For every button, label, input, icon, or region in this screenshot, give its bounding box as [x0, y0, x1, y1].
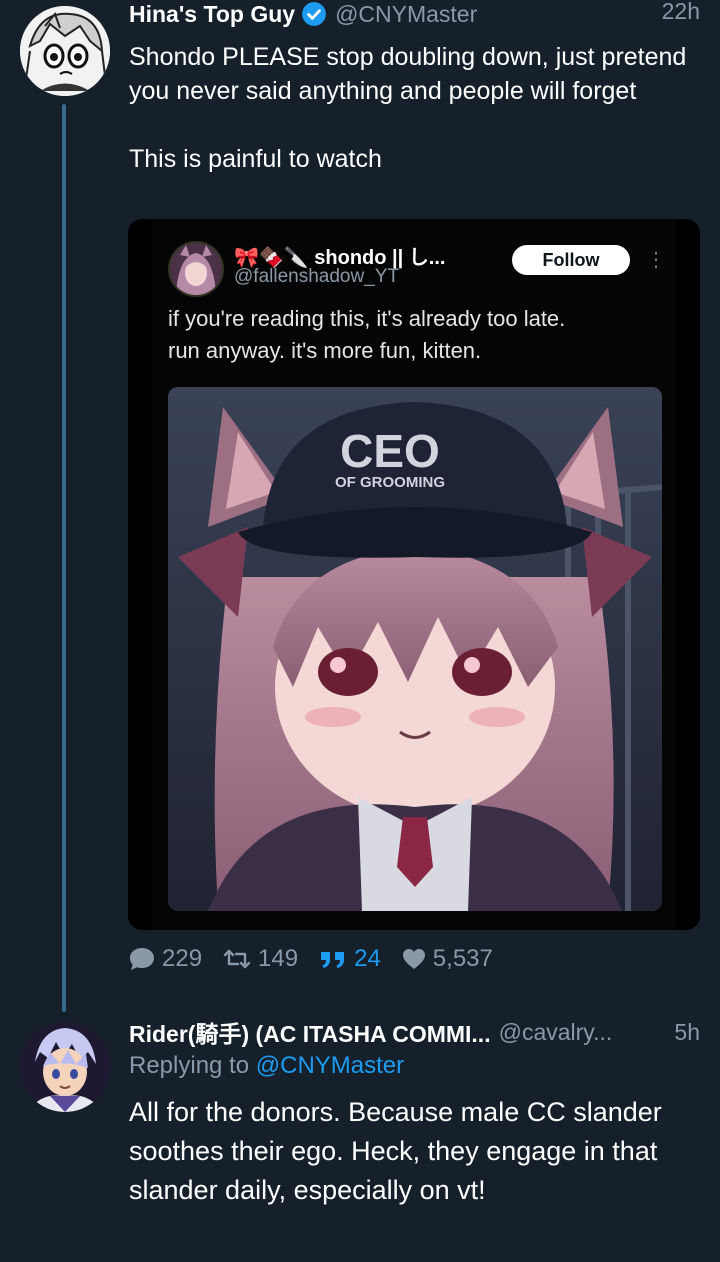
reply-timestamp[interactable]: 5h [674, 1015, 700, 1049]
tweet-actions: 229 149 24 5,537 [128, 942, 513, 976]
tweet-text-line: This is painful to watch [129, 145, 382, 173]
retweet-icon [223, 949, 251, 969]
tweet-timestamp[interactable]: 22h [662, 0, 700, 25]
reply-icon [130, 948, 154, 970]
reply-body: All for the donors. Because male CC slan… [129, 1097, 662, 1205]
cap-subtext: OF GROOMING [335, 474, 445, 491]
tweet-body: Shondo PLEASE stop doubling down, just p… [129, 40, 699, 176]
reply-author-avatar[interactable] [20, 1022, 110, 1112]
author-handle[interactable]: @CNYMaster [335, 1, 477, 28]
reply-count: 229 [162, 945, 203, 972]
verified-badge-icon [301, 1, 327, 27]
reply-author-handle[interactable]: @cavalry... [499, 1019, 613, 1046]
embedded-avatar [168, 241, 224, 297]
replying-to-label: Replying to [129, 1052, 250, 1079]
embedded-author-handle: @fallenshadow_YT [234, 266, 400, 287]
embedded-tweet-screenshot: 🎀🍫🔪 shondo || し... @fallenshadow_YT Foll… [152, 219, 676, 930]
tweet-header: Hina's Top Guy @CNYMaster [129, 0, 477, 30]
reply-button[interactable]: 229 [128, 945, 202, 973]
replying-to: Replying to @CNYMaster [129, 1052, 404, 1080]
like-button[interactable]: 5,537 [401, 945, 493, 973]
tweet-text-line: Shondo PLEASE stop doubling down, just p… [129, 43, 687, 105]
quote-icon [321, 952, 345, 968]
embedded-text-line: if you're reading this, it's already too… [168, 306, 566, 331]
embedded-tweet-text: if you're reading this, it's already too… [168, 303, 668, 367]
retweet-button[interactable]: 149 [222, 945, 298, 973]
quote-count: 24 [354, 945, 381, 972]
replying-to-link[interactable]: @CNYMaster [256, 1052, 404, 1079]
more-options-icon: ⋮ [646, 249, 666, 271]
like-count: 5,537 [432, 945, 493, 972]
author-avatar[interactable] [20, 6, 110, 96]
heart-icon [402, 949, 425, 969]
reply-header: Rider(騎手) (AC ITASHA COMMI... @cavalry..… [129, 1015, 612, 1049]
reply-author-name[interactable]: Rider(騎手) (AC ITASHA COMMI... [129, 1015, 491, 1049]
follow-button: Follow [512, 245, 630, 275]
embedded-text-line: run anyway. it's more fun, kitten. [168, 338, 482, 363]
quote-tweets-button[interactable]: 24 [318, 945, 381, 973]
author-name[interactable]: Hina's Top Guy [129, 1, 295, 28]
cap-text: CEO [340, 425, 440, 477]
thread-line [62, 104, 66, 1012]
retweet-count: 149 [258, 945, 299, 972]
anime-character-illustration: CEO OF GROOMING [168, 387, 662, 911]
tweet-media-image[interactable]: 🎀🍫🔪 shondo || し... @fallenshadow_YT Foll… [128, 219, 700, 930]
